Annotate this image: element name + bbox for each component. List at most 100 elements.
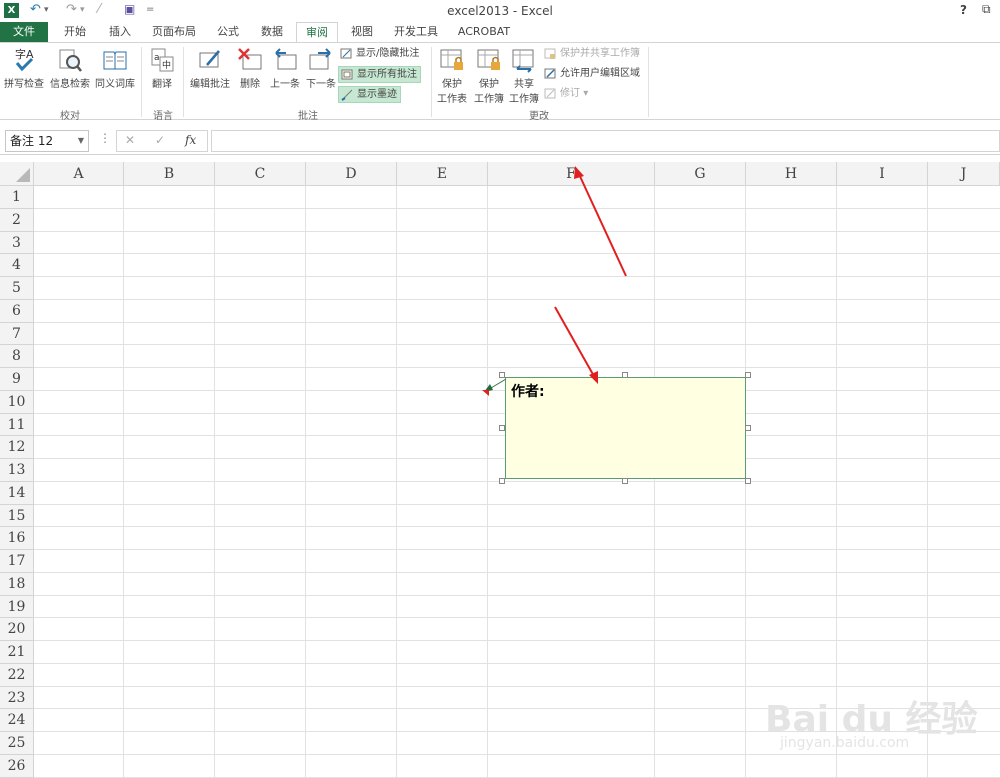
row-header-14[interactable]: 14: [0, 482, 34, 505]
formula-input[interactable]: [211, 130, 1000, 152]
row-gridline: [34, 595, 1000, 596]
column-header-a[interactable]: A: [34, 162, 124, 186]
next-comment-button[interactable]: 下一条: [303, 47, 339, 90]
row-header-4[interactable]: 4: [0, 254, 34, 277]
restore-button[interactable]: ⧉: [982, 2, 991, 17]
row-header-17[interactable]: 17: [0, 550, 34, 573]
column-header-d[interactable]: D: [306, 162, 397, 186]
row-header-6[interactable]: 6: [0, 300, 34, 323]
allow-edit-ranges-button[interactable]: 允许用户编辑区域: [542, 66, 643, 83]
comment-resize-handle[interactable]: [499, 425, 505, 431]
row-header-16[interactable]: 16: [0, 527, 34, 550]
column-header-f[interactable]: F: [488, 162, 655, 186]
row-header-5[interactable]: 5: [0, 277, 34, 300]
row-header-1[interactable]: 1: [0, 186, 34, 209]
title-bar: X ↶ ▾ ↷ ▾ ⁄ ▣ = excel2013 - Excel ? ⧉: [0, 0, 1000, 22]
row-header-24[interactable]: 24: [0, 709, 34, 732]
tab-page-layout[interactable]: 页面布局: [144, 22, 204, 42]
edit-comment-label: 编辑批注: [190, 79, 230, 90]
group-label-language: 语言: [153, 111, 173, 122]
column-header-i[interactable]: I: [837, 162, 928, 186]
share-workbook-button[interactable]: 共享 工作簿: [506, 47, 542, 105]
ribbon-separator: [183, 47, 184, 117]
column-gridline: [654, 186, 655, 778]
row-header-22[interactable]: 22: [0, 664, 34, 687]
column-header-c[interactable]: C: [215, 162, 306, 186]
row-header-21[interactable]: 21: [0, 641, 34, 664]
comment-box[interactable]: 作者:: [505, 377, 746, 479]
comment-resize-handle[interactable]: [745, 425, 751, 431]
delete-comment-button[interactable]: 删除: [234, 47, 266, 90]
row-header-2[interactable]: 2: [0, 209, 34, 232]
row-header-13[interactable]: 13: [0, 459, 34, 482]
column-header-j[interactable]: J: [928, 162, 1000, 186]
column-header-g[interactable]: G: [655, 162, 746, 186]
comment-resize-handle[interactable]: [622, 478, 628, 484]
previous-comment-button[interactable]: 上一条: [267, 47, 303, 90]
row-header-20[interactable]: 20: [0, 618, 34, 641]
tab-data[interactable]: 数据: [252, 22, 292, 42]
row-header-9[interactable]: 9: [0, 368, 34, 391]
column-header-e[interactable]: E: [397, 162, 488, 186]
tab-home[interactable]: 开始: [55, 22, 95, 42]
previous-comment-icon: [275, 48, 297, 70]
name-box[interactable]: 备注 12 ▼: [5, 130, 89, 152]
row-header-12[interactable]: 12: [0, 436, 34, 459]
formula-bar-grip-icon[interactable]: ⋮: [99, 131, 111, 145]
help-button[interactable]: ?: [960, 3, 967, 17]
translate-button[interactable]: a中 翻译: [145, 47, 179, 90]
tab-review[interactable]: 审阅: [296, 22, 338, 43]
row-header-26[interactable]: 26: [0, 755, 34, 778]
show-all-comments-button[interactable]: 显示所有批注: [338, 66, 421, 83]
show-hide-comment-button[interactable]: 显示/隐藏批注: [338, 46, 422, 63]
group-label-comments: 批注: [298, 111, 318, 122]
formula-buttons: ✕ ✓ fx: [116, 130, 208, 152]
row-header-10[interactable]: 10: [0, 391, 34, 414]
row-header-8[interactable]: 8: [0, 345, 34, 368]
show-ink-button[interactable]: 显示墨迹: [338, 86, 401, 103]
spell-check-button[interactable]: 字A 拼写检查: [2, 47, 46, 90]
row-header-11[interactable]: 11: [0, 414, 34, 436]
insert-function-icon[interactable]: fx: [185, 133, 196, 147]
track-changes-button[interactable]: 修订 ▾: [542, 86, 591, 103]
ribbon-separator: [141, 47, 142, 117]
row-header-3[interactable]: 3: [0, 232, 34, 254]
tab-insert[interactable]: 插入: [100, 22, 140, 42]
protect-sheet-button[interactable]: 保护 工作表: [434, 47, 470, 105]
show-all-comments-icon: [341, 69, 353, 80]
enter-icon[interactable]: ✓: [155, 133, 165, 147]
comment-resize-handle[interactable]: [745, 372, 751, 378]
column-header-b[interactable]: B: [124, 162, 215, 186]
research-button[interactable]: 信息检索: [47, 47, 93, 90]
column-header-h[interactable]: H: [746, 162, 837, 186]
comment-resize-handle[interactable]: [745, 478, 751, 484]
protect-share-workbook-button[interactable]: 保护并共享工作簿: [542, 46, 643, 63]
select-all-button[interactable]: [0, 162, 34, 186]
row-header-18[interactable]: 18: [0, 573, 34, 596]
thesaurus-button[interactable]: 同义词库: [93, 47, 137, 90]
row-header-19[interactable]: 19: [0, 596, 34, 618]
comment-resize-handle[interactable]: [499, 372, 505, 378]
name-box-dropdown-icon[interactable]: ▼: [78, 131, 84, 151]
tab-developer[interactable]: 开发工具: [388, 22, 444, 42]
tab-file[interactable]: 文件: [0, 22, 48, 42]
tab-view[interactable]: 视图: [342, 22, 382, 42]
row-header-15[interactable]: 15: [0, 505, 34, 527]
comment-resize-handle[interactable]: [622, 372, 628, 378]
row-header-7[interactable]: 7: [0, 323, 34, 345]
tab-formulas[interactable]: 公式: [208, 22, 248, 42]
row-header-23[interactable]: 23: [0, 687, 34, 709]
tab-acrobat[interactable]: ACROBAT: [452, 22, 516, 42]
column-gridline: [123, 186, 124, 778]
svg-text:a: a: [154, 53, 160, 63]
next-comment-label: 下一条: [306, 79, 336, 90]
cancel-icon[interactable]: ✕: [125, 133, 135, 147]
edit-comment-button[interactable]: 编辑批注: [187, 47, 233, 90]
comment-resize-handle[interactable]: [499, 478, 505, 484]
protect-workbook-button[interactable]: 保护 工作簿: [471, 47, 507, 105]
row-header-25[interactable]: 25: [0, 732, 34, 755]
protect-sheet-icon: [440, 49, 463, 70]
comment-author: 作者:: [511, 384, 545, 400]
share-workbook-label-1: 共享: [514, 79, 534, 90]
show-hide-comment-icon: [340, 48, 352, 59]
